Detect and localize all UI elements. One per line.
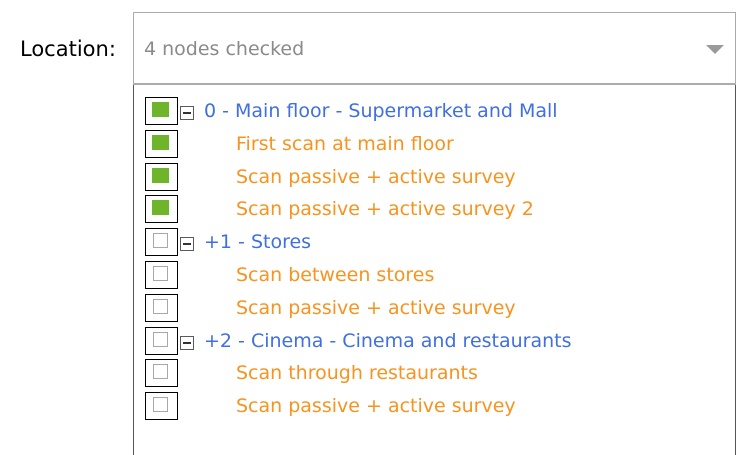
location-tree: 0 - Main floor - Supermarket and Mall Fi…: [145, 95, 735, 423]
tree-item-label[interactable]: Scan between stores: [236, 259, 434, 292]
checkbox-cinema[interactable]: [145, 326, 178, 355]
tree-item-label[interactable]: First scan at main floor: [236, 128, 454, 161]
chevron-down-icon[interactable]: [706, 45, 724, 54]
tree-row-cinema-scan-passive-active[interactable]: Scan passive + active survey: [145, 390, 735, 423]
collapse-toggle-icon[interactable]: [180, 106, 194, 120]
tree-row-first-scan[interactable]: First scan at main floor: [145, 128, 735, 161]
tree-row-scan-passive-active-2[interactable]: Scan passive + active survey 2: [145, 193, 735, 226]
tree-row-cinema[interactable]: +2 - Cinema - Cinema and restaurants: [145, 325, 735, 358]
checkbox-scan-passive-active[interactable]: [145, 162, 178, 191]
checkbox-scan-passive-active-2[interactable]: [145, 195, 178, 224]
collapse-toggle-icon[interactable]: [180, 335, 194, 350]
location-dropdown: 0 - Main floor - Supermarket and Mall Fi…: [133, 85, 736, 455]
tree-item-label[interactable]: Scan passive + active survey: [236, 292, 516, 325]
tree-row-stores[interactable]: +1 - Stores: [145, 226, 735, 259]
checkbox-first-scan[interactable]: [145, 129, 178, 158]
tree-row-main-floor[interactable]: 0 - Main floor - Supermarket and Mall: [145, 95, 735, 128]
checkbox-main-floor[interactable]: [145, 97, 178, 125]
location-label: Location:: [20, 37, 116, 61]
tree-row-scan-through-restaurants[interactable]: Scan through restaurants: [145, 357, 735, 390]
tree-row-scan-between-stores[interactable]: Scan between stores: [145, 259, 735, 292]
tree-group-label[interactable]: 0 - Main floor - Supermarket and Mall: [204, 95, 558, 128]
location-combobox[interactable]: 4 nodes checked: [133, 12, 736, 85]
tree-item-label[interactable]: Scan passive + active survey: [236, 390, 516, 423]
tree-group-label[interactable]: +2 - Cinema - Cinema and restaurants: [204, 325, 572, 358]
checkbox-stores[interactable]: [145, 228, 178, 257]
tree-row-scan-passive-active[interactable]: Scan passive + active survey: [145, 161, 735, 194]
checkbox-scan-between-stores[interactable]: [145, 260, 178, 289]
collapse-toggle-icon[interactable]: [180, 237, 194, 252]
tree-group-label[interactable]: +1 - Stores: [204, 226, 311, 259]
tree-row-stores-scan-passive-active[interactable]: Scan passive + active survey: [145, 292, 735, 325]
tree-item-label[interactable]: Scan through restaurants: [236, 357, 478, 390]
location-selector-panel: Location: 4 nodes checked 0 - Main floor…: [0, 0, 738, 455]
checkbox-stores-scan-passive-active[interactable]: [145, 293, 178, 322]
location-summary-text: 4 nodes checked: [144, 38, 305, 60]
checkbox-cinema-scan-passive-active[interactable]: [145, 392, 178, 421]
tree-item-label[interactable]: Scan passive + active survey: [236, 161, 516, 194]
checkbox-scan-through-restaurants[interactable]: [145, 359, 178, 388]
tree-item-label[interactable]: Scan passive + active survey 2: [236, 193, 534, 226]
